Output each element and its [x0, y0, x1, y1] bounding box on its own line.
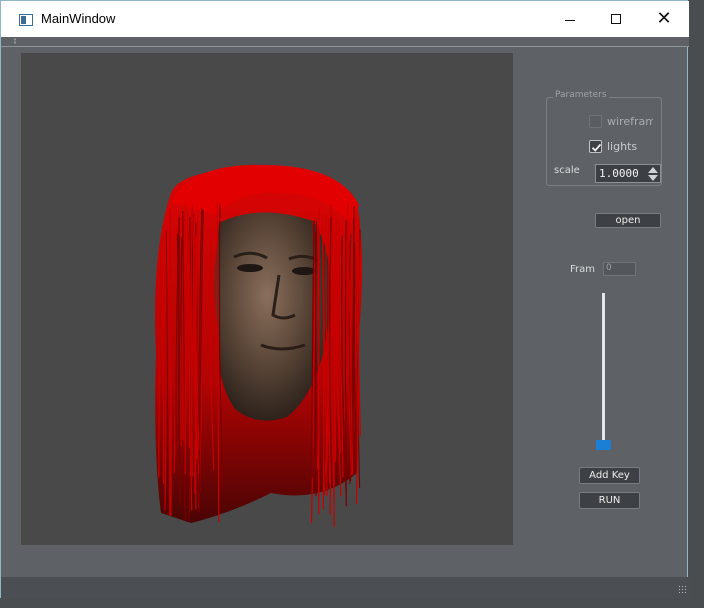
title-bar[interactable]: MainWindow ✕	[1, 1, 689, 38]
status-bar	[1, 577, 689, 599]
arrow-down-icon[interactable]	[648, 175, 658, 181]
spin-arrows	[647, 166, 659, 181]
maximize-icon	[611, 14, 621, 24]
hair-strand	[170, 208, 171, 515]
close-button[interactable]: ✕	[641, 1, 687, 37]
scale-value: 1.0000	[599, 167, 639, 180]
arrow-up-icon[interactable]	[648, 167, 658, 173]
window-title: MainWindow	[41, 11, 115, 26]
add-key-button[interactable]: Add Key	[579, 467, 640, 484]
open-button[interactable]: open	[595, 213, 661, 228]
toolbar-strip	[1, 37, 689, 47]
lights-checkbox[interactable]	[589, 140, 602, 153]
wireframe-checkbox[interactable]	[589, 115, 602, 128]
run-button[interactable]: RUN	[579, 492, 640, 509]
frame-slider-handle[interactable]	[596, 440, 611, 450]
close-icon: ✕	[656, 8, 671, 29]
scale-spinbox[interactable]: 1.0000	[595, 164, 661, 183]
toolbar-grip-handle[interactable]	[14, 38, 16, 44]
lights-label: lights	[607, 140, 637, 153]
3d-viewport[interactable]	[21, 53, 513, 545]
right-eye	[292, 267, 316, 275]
check-icon	[590, 141, 603, 154]
parameters-group-title: Parameters	[553, 90, 609, 100]
wireframe-label: wireframe	[607, 115, 653, 128]
scale-label: scale	[554, 165, 580, 176]
minimize-icon	[565, 20, 575, 21]
frame-value: 0	[606, 263, 612, 273]
frame-slider-track[interactable]	[602, 293, 605, 448]
resize-grip-icon[interactable]	[678, 585, 687, 594]
frame-label: Fram	[570, 264, 595, 275]
main-window: MainWindow ✕ Parameters wirefram lights …	[0, 0, 688, 598]
minimize-button[interactable]	[547, 1, 593, 37]
head-model-render	[21, 53, 513, 545]
maximize-button[interactable]	[593, 1, 639, 37]
left-eye	[237, 264, 263, 272]
frame-input[interactable]: 0	[603, 262, 636, 276]
app-window-icon	[19, 14, 33, 26]
